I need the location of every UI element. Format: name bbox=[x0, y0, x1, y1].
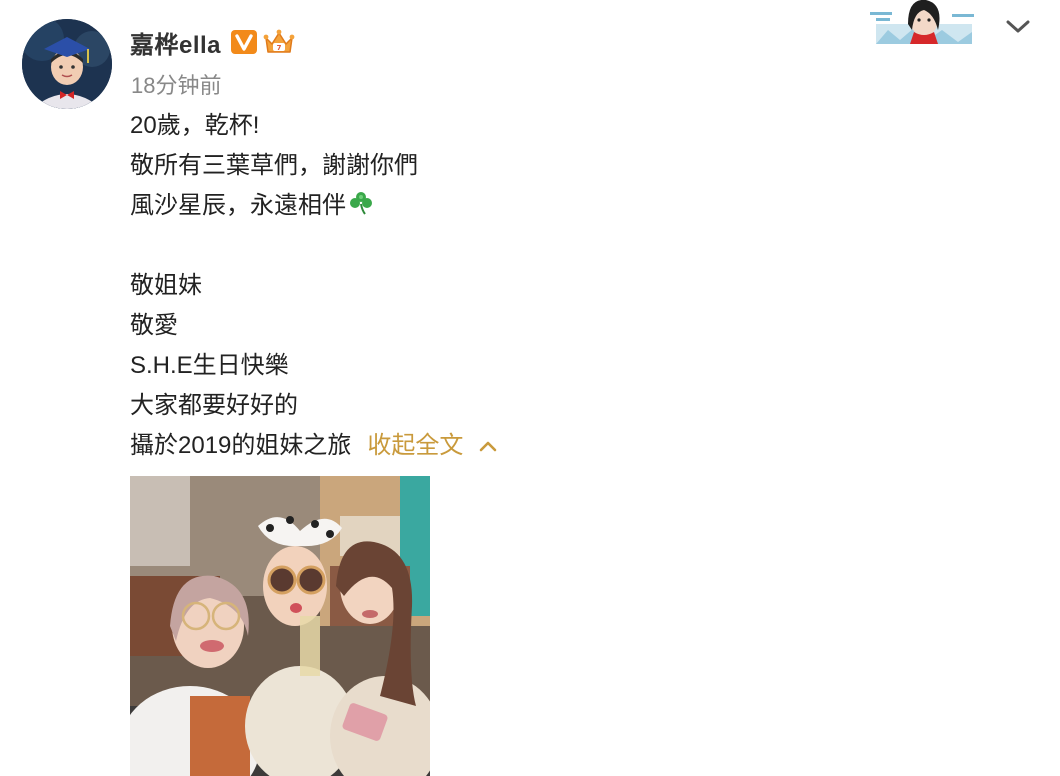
post-line-7: S.H.E生日快樂 bbox=[130, 352, 289, 379]
avatar[interactable] bbox=[22, 19, 112, 109]
post-line-8: 大家都要好好的 bbox=[130, 392, 298, 419]
chevron-up-icon[interactable] bbox=[479, 440, 497, 452]
post-photo[interactable] bbox=[130, 476, 430, 776]
weibo-post: 嘉桦ella 7 18分钟前 20歲，乾杯! 敬所有三葉草們，謝謝你們 風沙星辰… bbox=[0, 0, 1060, 776]
post-line-1: 20歲，乾杯! bbox=[130, 112, 260, 139]
post-line-6: 敬愛 bbox=[130, 312, 178, 339]
post-line-9-text: 攝於2019的姐妹之旅 bbox=[130, 432, 352, 459]
post-line-9: 攝於2019的姐妹之旅 收起全文 bbox=[130, 426, 730, 466]
post-content: 20歲，乾杯! 敬所有三葉草們，謝謝你們 風沙星辰，永遠相伴 敬姐妹 敬愛 S.… bbox=[130, 106, 730, 466]
post-line-3-text: 風沙星辰，永遠相伴 bbox=[130, 192, 346, 219]
svg-text:7: 7 bbox=[277, 44, 282, 52]
crown-member-icon[interactable]: 7 bbox=[263, 28, 295, 56]
post-timestamp[interactable]: 18分钟前 bbox=[131, 68, 221, 100]
post-line-2: 敬所有三葉草們，謝謝你們 bbox=[130, 152, 418, 179]
collapse-full-text-link[interactable]: 收起全文 bbox=[367, 432, 463, 459]
verified-v-icon[interactable] bbox=[231, 30, 258, 54]
post-line-5: 敬姐妹 bbox=[130, 272, 202, 299]
chevron-down-icon[interactable] bbox=[1004, 14, 1032, 38]
author-name[interactable]: 嘉桦ella bbox=[130, 25, 221, 60]
card-decoration-icon bbox=[868, 0, 976, 44]
author-row: 嘉桦ella 7 bbox=[130, 24, 295, 60]
post-line-3: 風沙星辰，永遠相伴 bbox=[130, 186, 730, 226]
shamrock-icon bbox=[350, 192, 372, 215]
